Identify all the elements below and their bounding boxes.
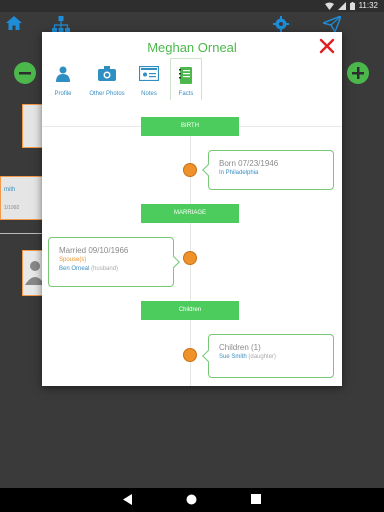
id-card-icon bbox=[139, 66, 159, 81]
back-icon[interactable] bbox=[123, 494, 133, 505]
birth-event-card[interactable]: Born 07/23/1946 In Philadelphia bbox=[208, 150, 334, 190]
children-event-card[interactable]: Children (1) Sue Smith (daughter) bbox=[208, 334, 334, 378]
birth-place: In Philadelphia bbox=[219, 170, 259, 176]
child-role: (daughter) bbox=[248, 354, 277, 360]
recents-icon[interactable] bbox=[251, 494, 261, 504]
wifi-icon bbox=[324, 2, 334, 10]
tab-facts[interactable]: Facts bbox=[170, 58, 202, 100]
spouse-name[interactable]: Ben Orneal bbox=[59, 266, 89, 272]
section-children[interactable]: Children bbox=[141, 301, 239, 320]
camera-icon bbox=[98, 66, 116, 81]
child-name[interactable]: Sue Smith bbox=[219, 354, 247, 360]
close-icon[interactable] bbox=[319, 38, 335, 54]
marriage-date: Married 09/10/1966 bbox=[59, 246, 129, 255]
battery-icon bbox=[349, 1, 355, 10]
tab-notes[interactable]: Notes bbox=[136, 58, 162, 100]
status-icons: 11:32 bbox=[324, 1, 378, 10]
plus-icon bbox=[352, 67, 364, 79]
status-bar: 11:32 bbox=[0, 0, 384, 12]
section-marriage[interactable]: MARRIAGE bbox=[141, 204, 239, 223]
home-icon[interactable] bbox=[6, 16, 22, 30]
marriage-event-card[interactable]: Married 09/10/1966 Spouse(s) Ben Orneal … bbox=[48, 237, 174, 287]
birth-date: Born 07/23/1946 bbox=[219, 159, 279, 168]
home-nav-icon[interactable] bbox=[186, 494, 197, 505]
tab-other-photos-label: Other Photos bbox=[89, 91, 125, 97]
timeline-dot-birth bbox=[183, 163, 197, 177]
zoom-out-button[interactable] bbox=[14, 62, 36, 84]
tab-profile[interactable]: Profile bbox=[48, 58, 78, 100]
tab-other-photos[interactable]: Other Photos bbox=[86, 58, 128, 100]
navigation-bar bbox=[0, 488, 384, 512]
timeline-dot-marriage bbox=[183, 251, 197, 265]
spouse-label: Spouse(s) bbox=[59, 257, 87, 263]
section-birth[interactable]: BIRTH bbox=[141, 117, 239, 136]
send-icon[interactable] bbox=[323, 16, 341, 32]
tab-profile-label: Profile bbox=[54, 91, 72, 97]
person-icon bbox=[56, 66, 70, 82]
tab-notes-label: Notes bbox=[141, 91, 157, 97]
spouse-role: (husband) bbox=[91, 266, 119, 272]
person-details-modal: Meghan Orneal Profile Other Photos Notes… bbox=[42, 32, 342, 386]
status-time: 11:32 bbox=[358, 1, 378, 10]
background-person-card[interactable]: mith 1/1992 bbox=[0, 176, 46, 220]
zoom-in-button[interactable] bbox=[347, 62, 369, 84]
signal-icon bbox=[337, 1, 346, 10]
background-divider bbox=[0, 233, 48, 234]
facts-timeline: BIRTH Born 07/23/1946 In Philadelphia MA… bbox=[42, 102, 342, 386]
minus-icon bbox=[19, 72, 31, 75]
notebook-icon bbox=[179, 67, 192, 84]
modal-title: Meghan Orneal bbox=[147, 40, 237, 55]
gear-icon[interactable] bbox=[273, 16, 289, 32]
timeline-dot-children bbox=[183, 348, 197, 362]
tab-facts-label: Facts bbox=[178, 91, 194, 97]
children-count: Children (1) bbox=[219, 343, 261, 352]
background-card-date: 1/1992 bbox=[4, 205, 20, 211]
background-card-name: mith bbox=[4, 187, 16, 193]
